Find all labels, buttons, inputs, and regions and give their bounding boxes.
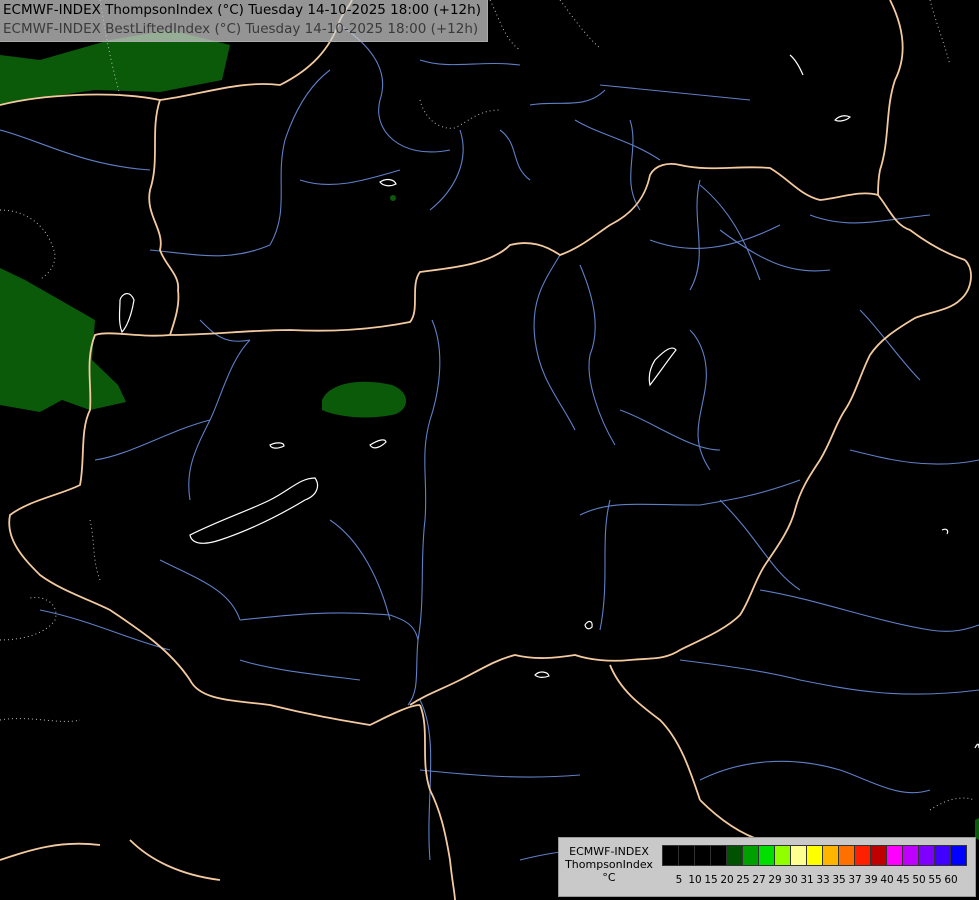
legend-tick-label: 27: [752, 874, 766, 886]
legend-swatch: [934, 845, 951, 866]
legend-tick-label: 37: [848, 874, 862, 886]
legend-tick-label: 5: [675, 874, 683, 886]
legend-tick-label: 55: [928, 874, 942, 886]
legend-swatch: [822, 845, 839, 866]
legend-swatch: [854, 845, 871, 866]
legend-swatch: [694, 845, 711, 866]
thompson-index-title: ECMWF-INDEX ThompsonIndex (°C) Tuesday 1…: [3, 2, 481, 18]
legend-tick-label: 20: [720, 874, 734, 886]
legend-swatch: [886, 845, 903, 866]
legend-swatch: [742, 845, 759, 866]
legend-tick-label: 30: [784, 874, 798, 886]
legend-tick-label: 40: [880, 874, 894, 886]
legend-title-index: ThompsonIndex: [565, 858, 653, 871]
legend-title-unit: °C: [602, 871, 616, 884]
legend-swatch: [870, 845, 887, 866]
legend-tick-label: 25: [736, 874, 750, 886]
best-lifted-index-title: ECMWF-INDEX BestLiftedIndex (°C) Tuesday…: [3, 21, 479, 37]
legend-swatch: [806, 845, 823, 866]
legend-title: ECMWF-INDEX ThompsonIndex °C: [559, 845, 659, 884]
weather-map: [0, 0, 979, 900]
legend-swatch: [950, 845, 967, 866]
legend-tick-label: 31: [800, 874, 814, 886]
legend-ticks: 5 10 15 20 25 27 29 30 31 33 35 37 39 40 45 50 55 60: [671, 874, 959, 886]
legend-title-model: ECMWF-INDEX: [569, 845, 649, 858]
legend-swatch: [758, 845, 775, 866]
map-title-box: ECMWF-INDEX ThompsonIndex (°C) Tuesday 1…: [0, 0, 488, 42]
legend-swatch: [918, 845, 935, 866]
legend-swatch: [790, 845, 807, 866]
legend-swatch: [678, 845, 695, 866]
legend-swatch: [662, 845, 679, 866]
color-legend: ECMWF-INDEX ThompsonIndex °C 5 10 15 20 25 27…: [558, 837, 976, 897]
legend-swatch: [774, 845, 791, 866]
legend-swatch: [710, 845, 727, 866]
legend-swatch: [838, 845, 855, 866]
legend-tick-label: 45: [896, 874, 910, 886]
legend-tick-label: 50: [912, 874, 926, 886]
legend-tick-label: 60: [944, 874, 958, 886]
legend-swatches: [662, 845, 967, 867]
legend-tick-label: 10: [688, 874, 702, 886]
legend-tick-label: 29: [768, 874, 782, 886]
legend-tick-label: 33: [816, 874, 830, 886]
legend-tick-label: 39: [864, 874, 878, 886]
legend-tick-label: 35: [832, 874, 846, 886]
legend-swatch: [726, 845, 743, 866]
legend-swatch: [902, 845, 919, 866]
legend-tick-label: 15: [704, 874, 718, 886]
